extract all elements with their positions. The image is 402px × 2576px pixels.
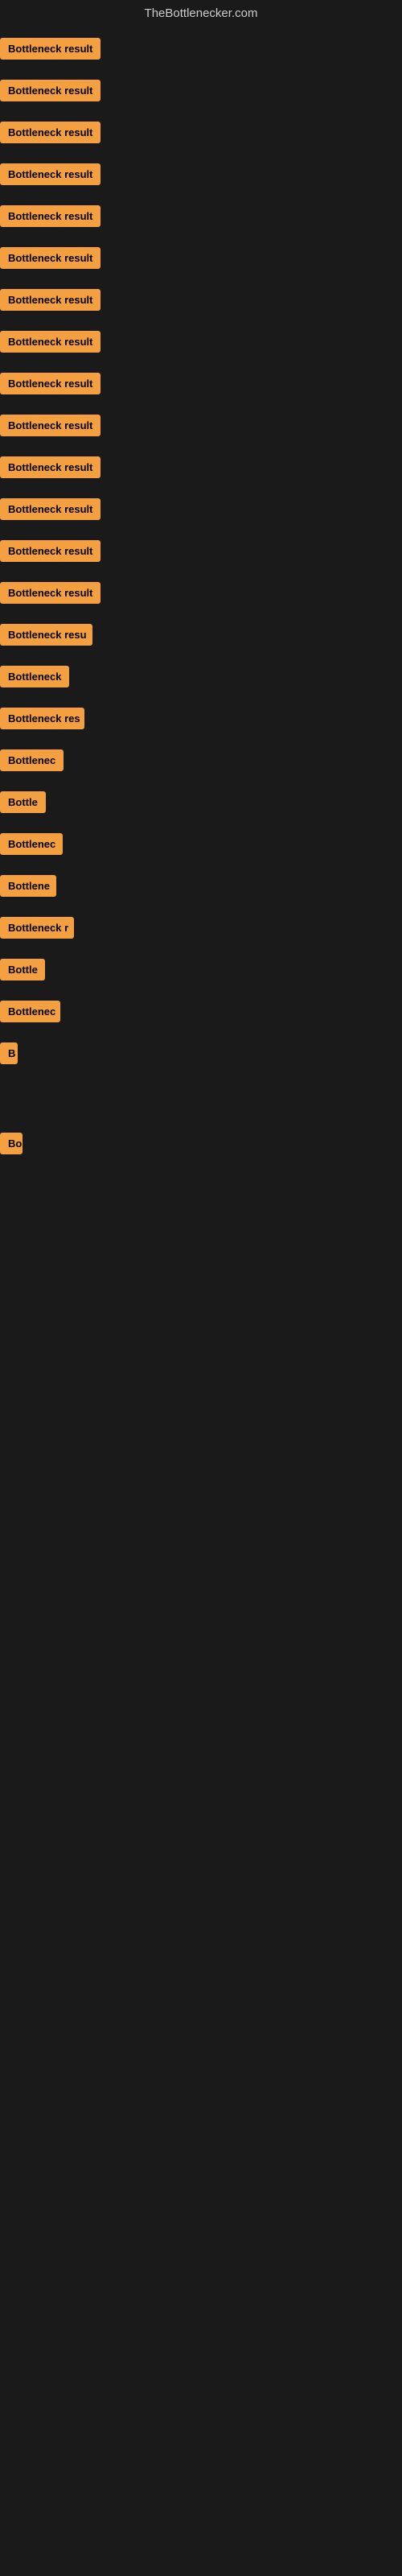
bottleneck-row: Bottleneck result xyxy=(0,114,402,155)
bottleneck-row: Bottleneck result xyxy=(0,532,402,574)
bottleneck-badge[interactable]: Bottleneck result xyxy=(0,456,100,478)
bottleneck-row xyxy=(0,1183,402,1199)
bottleneck-badge[interactable]: Bottlenec xyxy=(0,1001,60,1022)
bottleneck-row: Bottleneck res xyxy=(0,700,402,741)
bottleneck-row: Bottlenec xyxy=(0,993,402,1034)
bottleneck-badge[interactable]: Bottleneck result xyxy=(0,289,100,311)
bottleneck-badge[interactable]: Bottleneck res xyxy=(0,708,84,729)
bottleneck-row: Bottleneck result xyxy=(0,30,402,72)
bottleneck-badge[interactable]: Bottleneck result xyxy=(0,80,100,101)
bottleneck-badge[interactable]: B xyxy=(0,1042,18,1064)
bottleneck-badge[interactable]: Bottleneck result xyxy=(0,373,100,394)
bottleneck-badge[interactable]: Bottleneck r xyxy=(0,917,74,939)
bottleneck-badge[interactable]: Bottleneck result xyxy=(0,540,100,562)
bottleneck-badge[interactable]: Bottleneck result xyxy=(0,582,100,604)
bottleneck-row: Bottleneck result xyxy=(0,407,402,448)
bottleneck-badge[interactable]: Bottleneck result xyxy=(0,247,100,269)
bottleneck-badge[interactable]: Bottleneck resu xyxy=(0,624,92,646)
bottleneck-badge[interactable]: Bo xyxy=(0,1133,23,1154)
bottleneck-badge[interactable]: Bottle xyxy=(0,959,45,980)
bottleneck-row: Bottlenec xyxy=(0,825,402,867)
bottleneck-row xyxy=(0,1092,402,1108)
bottleneck-badge[interactable]: Bottleneck result xyxy=(0,205,100,227)
bottleneck-row: Bottleneck result xyxy=(0,239,402,281)
bottleneck-row: Bottleneck r xyxy=(0,909,402,951)
bottleneck-row: B xyxy=(0,1034,402,1076)
bottleneck-badge[interactable]: Bottlenec xyxy=(0,749,64,771)
bottleneck-badge[interactable]: Bottleneck xyxy=(0,666,69,687)
bottleneck-row: Bottle xyxy=(0,783,402,825)
bottleneck-row xyxy=(0,1076,402,1092)
bottleneck-row: Bottle xyxy=(0,951,402,993)
bottleneck-row: Bottlene xyxy=(0,867,402,909)
bottleneck-row: Bottlenec xyxy=(0,741,402,783)
bottleneck-badge[interactable]: Bottlenec xyxy=(0,833,63,855)
bottleneck-row: Bottleneck result xyxy=(0,365,402,407)
bottleneck-row: Bottleneck result xyxy=(0,490,402,532)
site-header: TheBottlenecker.com xyxy=(0,0,402,30)
bottleneck-row xyxy=(0,1108,402,1125)
bottleneck-row: Bottleneck result xyxy=(0,72,402,114)
bottleneck-badge[interactable]: Bottleneck result xyxy=(0,38,100,60)
bottleneck-row: Bottleneck result xyxy=(0,281,402,323)
bottleneck-row: Bottleneck result xyxy=(0,574,402,616)
bottleneck-row: Bottleneck resu xyxy=(0,616,402,658)
bottleneck-row: Bottleneck xyxy=(0,658,402,700)
bottleneck-row: Bo xyxy=(0,1125,402,1166)
bottleneck-row: Bottleneck result xyxy=(0,323,402,365)
bottleneck-badge[interactable]: Bottleneck result xyxy=(0,498,100,520)
bottleneck-badge[interactable]: Bottleneck result xyxy=(0,122,100,143)
bottleneck-row: Bottleneck result xyxy=(0,448,402,490)
bottleneck-row: Bottleneck result xyxy=(0,197,402,239)
site-title: TheBottlenecker.com xyxy=(145,6,258,20)
bottleneck-row xyxy=(0,1199,402,1215)
bottleneck-badge[interactable]: Bottleneck result xyxy=(0,331,100,353)
bottleneck-badge[interactable]: Bottleneck result xyxy=(0,415,100,436)
bottleneck-row xyxy=(0,1166,402,1183)
bottleneck-badge[interactable]: Bottle xyxy=(0,791,46,813)
bottleneck-badge[interactable]: Bottlene xyxy=(0,875,56,897)
bottleneck-row: Bottleneck result xyxy=(0,155,402,197)
rows-container: Bottleneck result Bottleneck result Bottle… xyxy=(0,30,402,1215)
bottleneck-badge[interactable]: Bottleneck result xyxy=(0,163,100,185)
